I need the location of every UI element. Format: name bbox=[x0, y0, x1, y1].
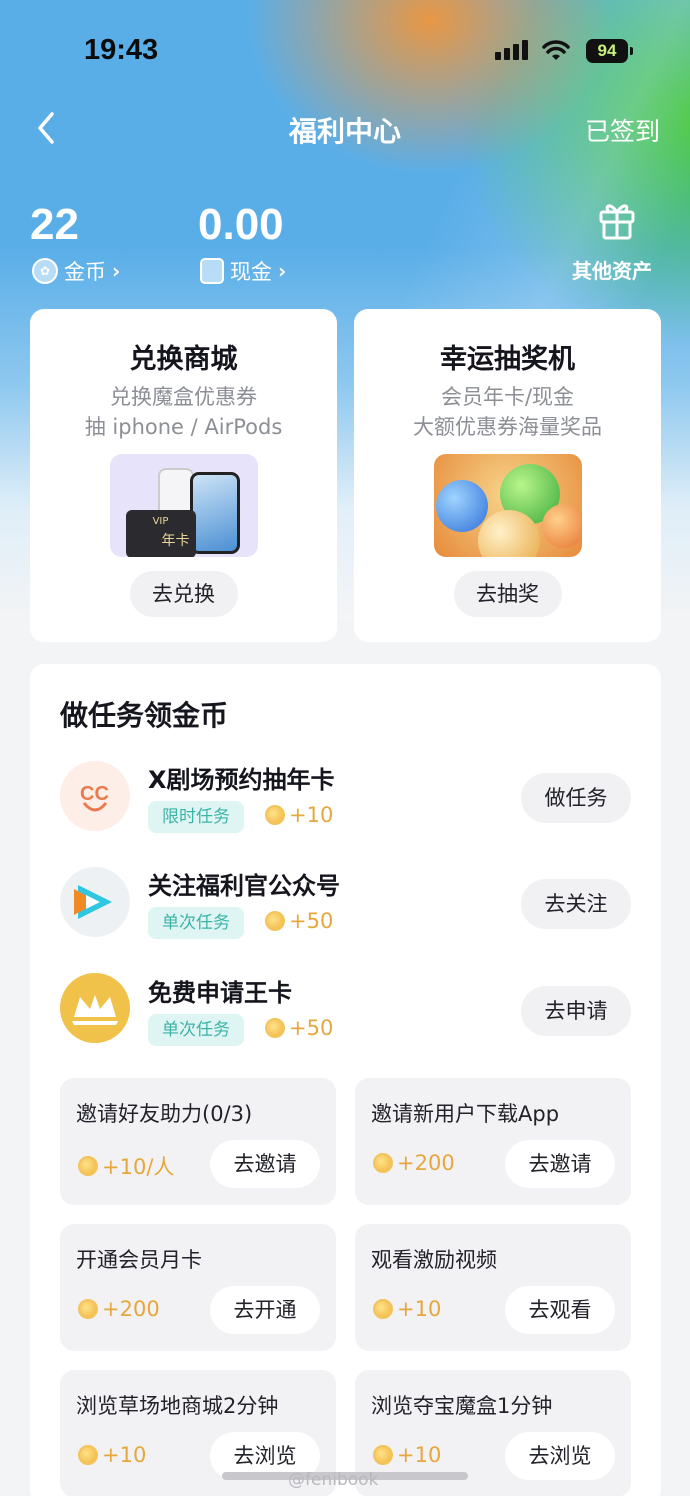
cellular-signal-icon bbox=[495, 40, 528, 60]
lucky-draw-card[interactable]: 幸运抽奖机 会员年卡/现金 大额优惠券海量奖品 去抽奖 bbox=[354, 309, 661, 642]
task-name: 免费申请王卡 bbox=[148, 979, 292, 1007]
invite-new-user-button[interactable]: 去邀请 bbox=[505, 1140, 615, 1188]
grid-task-reward-value: +10 bbox=[397, 1297, 442, 1321]
browse-button[interactable]: 去浏览 bbox=[505, 1432, 615, 1480]
grid-task-title: 观看激励视频 bbox=[371, 1248, 497, 1272]
grid-task-title: 邀请好友助力(0/3) bbox=[76, 1102, 253, 1126]
battery-indicator: 94 bbox=[586, 39, 633, 63]
cash-label: 现金 bbox=[230, 260, 272, 284]
grid-task-card: 开通会员月卡 +200 去开通 bbox=[60, 1224, 336, 1351]
cash-balance[interactable]: 0.00 bbox=[198, 200, 284, 250]
gift-icon[interactable] bbox=[598, 200, 636, 240]
task-name: X剧场预约抽年卡 bbox=[148, 766, 335, 794]
exchange-mall-card[interactable]: 兑换商城 兑换魔盒优惠券 抽 iphone / AirPods VIP 年卡 去… bbox=[30, 309, 337, 642]
grid-task-reward: +10/人 bbox=[78, 1151, 174, 1181]
grid-task-title: 开通会员月卡 bbox=[76, 1248, 202, 1272]
grid-task-reward: +10 bbox=[373, 1297, 441, 1321]
exchange-mall-title: 兑换商城 bbox=[129, 344, 238, 375]
task-reward-value: +50 bbox=[289, 1016, 334, 1040]
task-tag: 限时任务 bbox=[148, 801, 244, 833]
cash-icon bbox=[200, 258, 224, 284]
task-tag: 单次任务 bbox=[148, 1014, 244, 1046]
coin-icon bbox=[265, 911, 285, 931]
coin-icon bbox=[265, 1018, 285, 1038]
coin-icon bbox=[373, 1299, 393, 1319]
grid-task-reward-value: +200 bbox=[397, 1151, 455, 1175]
task-name: 关注福利官公众号 bbox=[148, 872, 340, 900]
grid-task-reward-value: +10 bbox=[397, 1443, 442, 1467]
watermark: @fenibook bbox=[288, 1470, 379, 1490]
vip-card-image: VIP 年卡 bbox=[125, 510, 196, 557]
other-assets-link[interactable]: 其他资产 bbox=[572, 255, 652, 284]
grid-task-title: 邀请新用户下载App bbox=[371, 1102, 560, 1126]
svg-text:CC: CC bbox=[80, 783, 109, 805]
grid-task-reward: +10 bbox=[373, 1443, 441, 1467]
grid-task-title: 浏览草场地商城2分钟 bbox=[76, 1394, 279, 1418]
exchange-button[interactable]: 去兑换 bbox=[129, 571, 238, 617]
task-tag: 单次任务 bbox=[148, 907, 244, 939]
task-reward-value: +50 bbox=[289, 909, 334, 933]
lucky-draw-title: 幸运抽奖机 bbox=[440, 344, 575, 375]
grid-task-card: 邀请新用户下载App +200 去邀请 bbox=[355, 1078, 631, 1205]
play-logo-icon bbox=[60, 867, 130, 937]
grid-task-reward: +200 bbox=[78, 1297, 160, 1321]
prize-ball-image bbox=[435, 480, 488, 532]
coin-balance[interactable]: 22 bbox=[30, 200, 79, 250]
coin-icon: ✿ bbox=[32, 258, 58, 284]
cc-logo-icon: CC bbox=[60, 761, 130, 831]
cash-balance-link[interactable]: 现金 › bbox=[200, 256, 286, 286]
coin-label: 金币 bbox=[64, 260, 106, 284]
grid-task-reward-value: +200 bbox=[102, 1297, 160, 1321]
grid-task-reward: +10 bbox=[78, 1443, 146, 1467]
invite-button[interactable]: 去邀请 bbox=[210, 1140, 320, 1188]
follow-button[interactable]: 去关注 bbox=[521, 879, 631, 929]
vip-card-year-label: 年卡 bbox=[161, 533, 190, 549]
exchange-mall-image: VIP 年卡 bbox=[109, 454, 258, 557]
exchange-mall-subtitle: 兑换魔盒优惠券 bbox=[110, 385, 257, 409]
coin-icon bbox=[78, 1156, 98, 1176]
grid-task-reward-value: +10/人 bbox=[102, 1155, 175, 1179]
coin-icon bbox=[78, 1445, 98, 1465]
wifi-icon bbox=[542, 40, 570, 60]
grid-task-reward-value: +10 bbox=[102, 1443, 147, 1467]
coin-icon bbox=[265, 805, 285, 825]
activate-button[interactable]: 去开通 bbox=[210, 1286, 320, 1334]
phone-front-image bbox=[189, 472, 240, 554]
tasks-title: 做任务领金币 bbox=[60, 699, 229, 732]
watch-button[interactable]: 去观看 bbox=[505, 1286, 615, 1334]
coin-balance-link[interactable]: ✿ 金币 › bbox=[32, 256, 120, 286]
signed-in-button[interactable]: 已签到 bbox=[585, 112, 660, 148]
vip-card-label: VIP bbox=[152, 516, 169, 527]
task-reward: +50 bbox=[265, 909, 333, 933]
lucky-draw-subtitle2: 大额优惠券海量奖品 bbox=[413, 415, 602, 439]
lucky-draw-image bbox=[433, 454, 582, 557]
apply-button[interactable]: 去申请 bbox=[521, 986, 631, 1036]
chevron-right-icon: › bbox=[278, 259, 287, 283]
chevron-right-icon: › bbox=[112, 259, 121, 283]
prize-ball-image bbox=[541, 504, 582, 548]
grid-task-card: 观看激励视频 +10 去观看 bbox=[355, 1224, 631, 1351]
grid-task-title: 浏览夺宝魔盒1分钟 bbox=[371, 1394, 553, 1418]
coin-icon bbox=[78, 1299, 98, 1319]
task-reward-value: +10 bbox=[289, 803, 334, 827]
grid-task-reward: +200 bbox=[373, 1151, 455, 1175]
task-reward: +10 bbox=[265, 803, 333, 827]
status-time: 19:43 bbox=[84, 34, 159, 66]
do-task-button[interactable]: 做任务 bbox=[521, 773, 631, 823]
coin-icon bbox=[373, 1153, 393, 1173]
exchange-mall-subtitle2: 抽 iphone / AirPods bbox=[84, 415, 283, 439]
task-reward: +50 bbox=[265, 1016, 333, 1040]
coin-icon bbox=[373, 1445, 393, 1465]
crown-logo-icon bbox=[60, 973, 130, 1043]
grid-task-card: 邀请好友助力(0/3) +10/人 去邀请 bbox=[60, 1078, 336, 1205]
draw-button[interactable]: 去抽奖 bbox=[453, 571, 562, 617]
lucky-draw-subtitle: 会员年卡/现金 bbox=[440, 385, 575, 409]
